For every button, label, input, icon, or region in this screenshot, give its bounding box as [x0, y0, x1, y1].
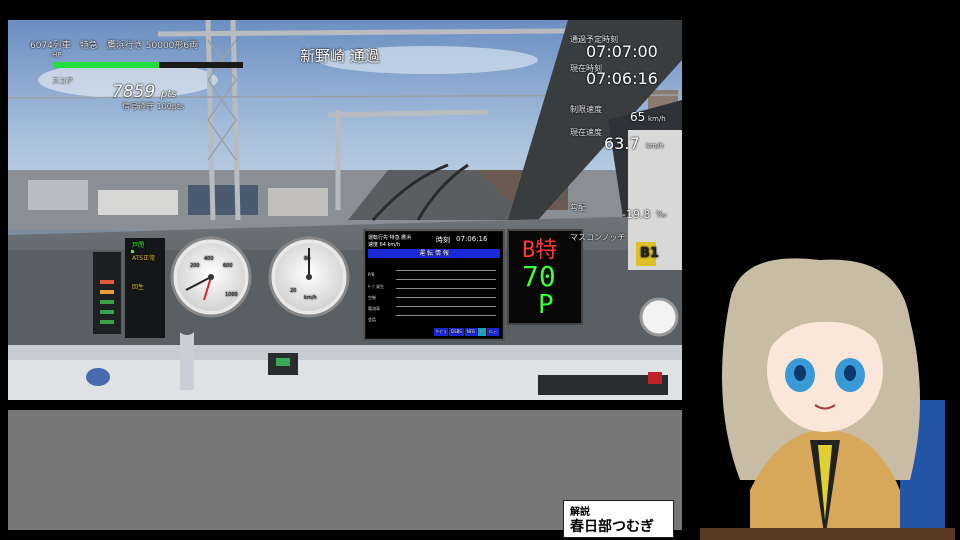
- monitor-tab[interactable]: NFB: [464, 328, 477, 336]
- limit-speed-label: 制限速度: [570, 105, 602, 114]
- hp-label: HP: [52, 51, 62, 59]
- score-sub: 信号遵守 100pts: [122, 102, 185, 111]
- gauge-tick: 200: [190, 263, 200, 269]
- gauge-tick: 20: [290, 288, 297, 294]
- commentator-name: 春日部つむぎ: [570, 519, 654, 535]
- limit-speed: 65: [630, 110, 646, 124]
- atc-speed-limit: 70: [522, 260, 556, 293]
- hud-overlay: 6074列車 特急 鷹浜行き 50000形6両 HP スコア 7859 pts …: [8, 20, 682, 400]
- gauge-tick: 400: [204, 256, 214, 262]
- monitor-grid: [396, 262, 496, 324]
- monitor-tab[interactable]: ｻｰﾋﾞｽ: [434, 328, 448, 336]
- notch-label: マスコンノッチ: [570, 233, 626, 242]
- limit-speed-unit: km/h: [648, 115, 666, 123]
- current-speed-unit: km/h: [646, 142, 664, 150]
- monitor-tabs[interactable]: ｻｰﾋﾞｽ DSBS NFB ｵﾝ ﾒﾆｭｰ: [434, 328, 499, 336]
- gauge-tick: 80: [304, 256, 311, 262]
- monitor-row-label: ｾｰﾌﾞ発生: [368, 284, 384, 289]
- notch-value: B1: [640, 246, 659, 261]
- atc-pattern: P: [538, 290, 554, 320]
- monitor-time: 07:06:16: [456, 235, 488, 243]
- monitor-header-line2: 速度 64 km/h: [368, 242, 401, 248]
- current-time: 07:06:16: [586, 69, 658, 88]
- hp-bar-fill: [53, 62, 160, 68]
- current-speed: 63.7: [604, 134, 640, 153]
- monitor-row-label: P/B: [368, 272, 375, 277]
- commentator-character: [700, 258, 955, 540]
- monitor-row-label: 空制: [368, 295, 376, 300]
- current-speed-label: 現在速度: [570, 128, 602, 137]
- indicator-door-closed: 戸閉: [132, 242, 145, 249]
- gradient-value: -19.8: [622, 208, 651, 221]
- gauge-tick: 1000: [225, 292, 238, 298]
- monitor-tab[interactable]: DSBS: [449, 328, 464, 336]
- indicator-regen: 回生: [132, 284, 145, 291]
- train-info-monitor: 運転行先 特急 鷹浜 速度 64 km/h 時刻 07:06:16 運 転 情 …: [366, 232, 502, 338]
- gauge-unit: km/h: [304, 295, 317, 301]
- train-info: 6074列車 特急 鷹浜行き 50000形6両: [30, 41, 199, 51]
- gauge-tick: 600: [223, 263, 233, 269]
- monitor-banner: 運 転 情 報: [368, 249, 500, 258]
- score-unit: pts: [161, 89, 177, 100]
- monitor-row-label: 電流表: [368, 306, 380, 311]
- indicator-ats-normal: ATS正常: [132, 255, 156, 262]
- hp-bar-track: [53, 62, 243, 68]
- monitor-time-label: 時刻: [436, 236, 450, 244]
- station-status: 新野崎 通過: [300, 47, 380, 65]
- monitor-row-label: 会話: [368, 317, 376, 322]
- commentator-name-tag: 解説 春日部つむぎ: [563, 500, 674, 538]
- gradient-label: 勾配: [570, 203, 586, 212]
- scheduled-time: 07:07:00: [586, 42, 658, 61]
- score-value: 7859: [112, 82, 156, 102]
- monitor-tab[interactable]: ﾒﾆｭｰ: [486, 328, 499, 336]
- monitor-header-line1: 運転行先 特急 鷹浜: [368, 235, 412, 241]
- score-label: スコア: [52, 77, 73, 85]
- monitor-tab[interactable]: ｵﾝ: [477, 328, 486, 336]
- gradient-unit: ‰: [656, 210, 667, 219]
- game-viewport[interactable]: 6074列車 特急 鷹浜行き 50000形6両 HP スコア 7859 pts …: [8, 20, 682, 400]
